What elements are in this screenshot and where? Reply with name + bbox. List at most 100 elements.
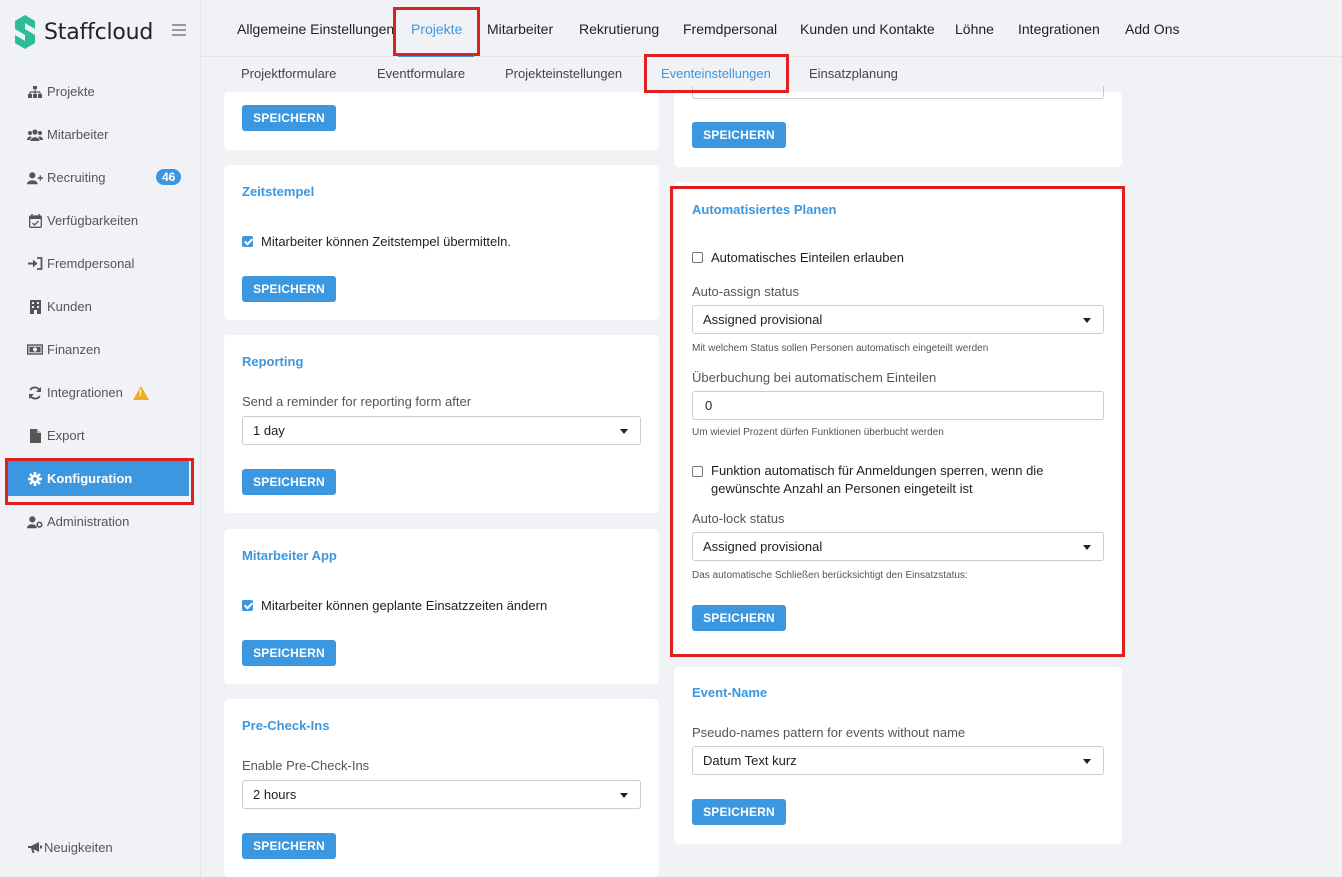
card-mitarbeiter-app: Mitarbeiter App Mitarbeiter können gepla… bbox=[224, 529, 659, 684]
caret-down-icon bbox=[1083, 545, 1091, 550]
gear-icon bbox=[27, 471, 43, 487]
news-label: Neuigkeiten bbox=[44, 840, 113, 855]
sidebar-nav: Projekte Mitarbeiter Recruiting 46 Verfü… bbox=[0, 70, 201, 543]
save-button[interactable]: SPEICHERN bbox=[692, 605, 786, 631]
sidebar-item-integrationen[interactable]: Integrationen bbox=[0, 371, 201, 414]
sitemap-icon bbox=[27, 84, 43, 100]
subtab-projektformulare[interactable]: Projektformulare bbox=[241, 66, 336, 81]
checkbox-label: Funktion automatisch für Anmeldungen spe… bbox=[711, 463, 1044, 496]
card-pre-check-ins: Pre-Check-Ins Enable Pre-Check-Ins 2 hou… bbox=[224, 699, 659, 877]
checkbox-icon[interactable] bbox=[692, 466, 703, 477]
save-button[interactable]: SPEICHERN bbox=[242, 469, 336, 495]
save-button[interactable]: SPEICHERN bbox=[242, 105, 336, 131]
active-tab-underline bbox=[398, 55, 474, 57]
tab-rekrutierung[interactable]: Rekrutierung bbox=[579, 21, 659, 37]
subtab-projekteinstellungen[interactable]: Projekteinstellungen bbox=[505, 66, 622, 81]
checkbox-label: Mitarbeiter können geplante Einsatzzeite… bbox=[261, 598, 548, 613]
auto-lock-status-select[interactable]: Assigned provisional bbox=[692, 532, 1104, 561]
select-value: 2 hours bbox=[253, 787, 297, 802]
card-title: Automatisiertes Planen bbox=[692, 202, 837, 217]
help-text: Mit welchem Status sollen Personen autom… bbox=[692, 343, 989, 354]
tab-add-ons[interactable]: Add Ons bbox=[1125, 21, 1179, 37]
sidebar: Staffcloud Projekte Mitarbeiter Recruiti… bbox=[0, 0, 201, 877]
field-label: Auto-assign status bbox=[692, 284, 799, 299]
help-text: Das automatische Schließen berücksichtig… bbox=[692, 570, 968, 581]
sidebar-item-recruiting[interactable]: Recruiting 46 bbox=[0, 156, 201, 199]
auto-lock-checkbox[interactable]: Funktion automatisch für Anmeldungen spe… bbox=[692, 462, 1092, 498]
building-icon bbox=[27, 299, 43, 315]
save-button[interactable]: SPEICHERN bbox=[692, 799, 786, 825]
field-bottom-edge bbox=[692, 86, 1104, 99]
megaphone-icon bbox=[28, 841, 42, 854]
subtab-einsatzplanung[interactable]: Einsatzplanung bbox=[809, 66, 898, 81]
tab-loehne[interactable]: Löhne bbox=[955, 21, 994, 37]
auto-assign-status-select[interactable]: Assigned provisional bbox=[692, 305, 1104, 334]
caret-down-icon bbox=[1083, 318, 1091, 323]
reporting-reminder-select[interactable]: 1 day bbox=[242, 416, 641, 445]
sidebar-item-verfuegbarkeiten[interactable]: Verfügbarkeiten bbox=[0, 199, 201, 242]
sidebar-item-label: Projekte bbox=[47, 84, 95, 99]
save-button[interactable]: SPEICHERN bbox=[692, 122, 786, 148]
sidebar-item-administration[interactable]: Administration bbox=[0, 500, 201, 543]
top-tab-bar: Allgemeine Einstellungen Projekte Mitarb… bbox=[201, 0, 1342, 57]
caret-down-icon bbox=[1083, 759, 1091, 764]
recruiting-count-badge: 46 bbox=[156, 169, 182, 185]
tab-integrationen[interactable]: Integrationen bbox=[1018, 21, 1100, 37]
sidebar-item-label: Integrationen bbox=[47, 385, 123, 400]
tab-mitarbeiter[interactable]: Mitarbeiter bbox=[487, 21, 553, 37]
checkbox-icon[interactable] bbox=[242, 236, 253, 247]
app-logo[interactable]: Staffcloud bbox=[14, 14, 153, 50]
warning-icon bbox=[132, 385, 149, 400]
sidebar-item-export[interactable]: Export bbox=[0, 414, 201, 457]
select-value: Assigned provisional bbox=[703, 312, 823, 327]
sync-icon bbox=[27, 385, 43, 401]
sidebar-item-finanzen[interactable]: Finanzen bbox=[0, 328, 201, 371]
select-value: Assigned provisional bbox=[703, 539, 823, 554]
checkbox-label: Mitarbeiter können Zeitstempel übermitte… bbox=[261, 234, 512, 249]
file-icon bbox=[27, 428, 43, 444]
checkbox-label: Automatisches Einteilen erlauben bbox=[711, 250, 904, 265]
app-change-times-checkbox[interactable]: Mitarbeiter können geplante Einsatzzeite… bbox=[242, 598, 547, 613]
auto-assign-allow-checkbox[interactable]: Automatisches Einteilen erlauben bbox=[692, 250, 904, 265]
card-automatisiertes-planen: Automatisiertes Planen Automatisches Ein… bbox=[674, 182, 1122, 654]
card-title: Reporting bbox=[242, 354, 304, 369]
save-button[interactable]: SPEICHERN bbox=[242, 276, 336, 302]
save-button[interactable]: SPEICHERN bbox=[242, 640, 336, 666]
caret-down-icon bbox=[620, 793, 628, 798]
sidebar-item-label: Administration bbox=[47, 514, 130, 529]
user-cog-icon bbox=[27, 514, 43, 530]
calendar-check-icon bbox=[27, 213, 43, 229]
sidebar-item-projekte[interactable]: Projekte bbox=[0, 70, 201, 113]
pre-check-ins-select[interactable]: 2 hours bbox=[242, 780, 641, 809]
tab-fremdpersonal[interactable]: Fremdpersonal bbox=[683, 21, 777, 37]
card-zeitstempel: Zeitstempel Mitarbeiter können Zeitstemp… bbox=[224, 165, 659, 320]
sidebar-item-label: Fremdpersonal bbox=[47, 256, 135, 271]
users-icon bbox=[27, 127, 43, 143]
field-label: Auto-lock status bbox=[692, 511, 785, 526]
menu-toggle-icon[interactable] bbox=[172, 24, 186, 36]
save-button[interactable]: SPEICHERN bbox=[242, 833, 336, 859]
sidebar-item-label: Mitarbeiter bbox=[47, 127, 109, 142]
news-link[interactable]: Neuigkeiten bbox=[28, 840, 113, 855]
tab-projekte[interactable]: Projekte bbox=[411, 21, 462, 37]
select-value: 1 day bbox=[253, 423, 285, 438]
subtab-eventformulare[interactable]: Eventformulare bbox=[377, 66, 465, 81]
checkbox-icon[interactable] bbox=[692, 252, 703, 263]
zeitstempel-checkbox[interactable]: Mitarbeiter können Zeitstempel übermitte… bbox=[242, 234, 511, 249]
tab-kunden-und-kontakte[interactable]: Kunden und Kontakte bbox=[800, 21, 935, 37]
card-title: Zeitstempel bbox=[242, 184, 315, 199]
sidebar-item-konfiguration[interactable]: Konfiguration bbox=[0, 457, 201, 500]
user-plus-icon bbox=[27, 170, 43, 186]
tab-allgemeine-einstellungen[interactable]: Allgemeine Einstellungen bbox=[237, 21, 394, 37]
sidebar-item-mitarbeiter[interactable]: Mitarbeiter bbox=[0, 113, 201, 156]
sidebar-item-fremdpersonal[interactable]: Fremdpersonal bbox=[0, 242, 201, 285]
sidebar-item-kunden[interactable]: Kunden bbox=[0, 285, 201, 328]
event-name-pattern-select[interactable]: Datum Text kurz bbox=[692, 746, 1104, 775]
overbooking-input[interactable]: 0 bbox=[692, 391, 1104, 420]
staffcloud-logo-icon bbox=[14, 14, 36, 50]
card-event-name: Event-Name Pseudo-names pattern for even… bbox=[674, 667, 1122, 844]
checkbox-icon[interactable] bbox=[242, 600, 253, 611]
subtab-eventeinstellungen[interactable]: Eventeinstellungen bbox=[661, 66, 771, 81]
card-reporting: Reporting Send a reminder for reporting … bbox=[224, 335, 659, 513]
field-label: Pseudo-names pattern for events without … bbox=[692, 725, 966, 740]
